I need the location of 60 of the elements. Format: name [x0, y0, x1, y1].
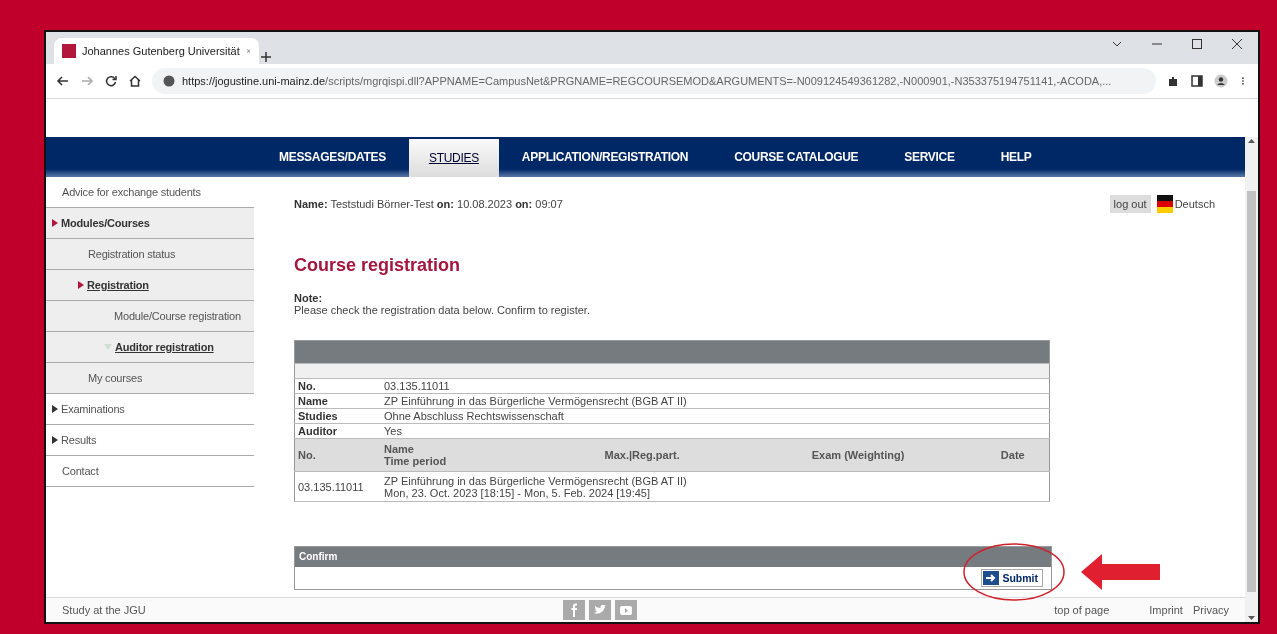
- confirm-header: Confirm: [295, 547, 1051, 567]
- sidebar-item[interactable]: Registration: [46, 270, 254, 301]
- sidebar-item[interactable]: Results: [46, 425, 254, 456]
- table-cell: ZP Einführung in das Bürgerliche Vermögensrecht (BGB AT II) Mon, 23. Oct. 2023 [18:15] - Mon, 5. Feb. 2024 [19:45]: [381, 471, 1050, 502]
- detail-value: ZP Einführung in das Bürgerliche Vermögensrecht (BGB AT II): [381, 393, 1050, 409]
- back-icon[interactable]: [56, 74, 70, 88]
- sidebar-item[interactable]: Modules/Courses: [46, 208, 254, 239]
- footer-link[interactable]: Study at the JGU: [62, 604, 146, 616]
- nav-tab[interactable]: COURSE CATALOGUE: [711, 137, 882, 177]
- sidebar-item[interactable]: My courses: [46, 363, 254, 394]
- sidebar-item[interactable]: Contact: [46, 456, 254, 487]
- column-header: Exam (Weighting): [739, 438, 977, 472]
- scroll-down-icon[interactable]: [1247, 614, 1256, 622]
- nav-tab[interactable]: HELP: [977, 137, 1055, 177]
- footer-link[interactable]: Privacy: [1192, 604, 1229, 616]
- triangle-icon: [104, 344, 112, 350]
- favicon-icon: [62, 44, 76, 58]
- detail-label: No.: [294, 378, 381, 394]
- submit-button[interactable]: Submit: [981, 569, 1043, 587]
- address-bar[interactable]: https://jogustine.uni-mainz.de/scripts/mgrqispi.dll?APPNAME=CampusNet&PRGNAME=REGCOURSEMOD&ARGUMENTS=-N009124549361282,-N000901,-N353375194751141,-ACODA,...: [152, 68, 1156, 94]
- detail-label: Studies: [294, 408, 381, 424]
- note-text: Please check the registration data below. Confirm to register.: [294, 304, 591, 316]
- scrollbar-thumb[interactable]: [1247, 191, 1256, 592]
- sidebar-item[interactable]: Registration status: [46, 239, 254, 270]
- side-panel-icon[interactable]: [1190, 74, 1204, 88]
- scroll-up-icon[interactable]: [1247, 137, 1256, 145]
- sidebar-item[interactable]: Examinations: [46, 394, 254, 425]
- column-header: No.: [294, 438, 381, 472]
- nav-tab[interactable]: APPLICATION/REGISTRATION: [498, 137, 712, 177]
- close-icon[interactable]: [1230, 37, 1244, 51]
- reload-icon[interactable]: [104, 74, 118, 88]
- detail-value: Yes: [381, 423, 1050, 439]
- nav-tab[interactable]: MESSAGES/DATES: [256, 137, 409, 177]
- column-header: Date: [976, 438, 1050, 472]
- footer-link[interactable]: top of page: [1054, 604, 1110, 616]
- note-label: Note:: [294, 292, 324, 304]
- nav-tab[interactable]: STUDIES: [408, 139, 499, 177]
- logout-button[interactable]: log out: [1109, 195, 1151, 213]
- site-info-icon[interactable]: [162, 74, 176, 88]
- browser-tab[interactable]: Johannes Gutenberg Universität: [54, 38, 259, 64]
- page-title: Course registration: [294, 255, 462, 276]
- extensions-icon[interactable]: [1166, 74, 1180, 88]
- table-cell: 03.135.11011: [294, 471, 381, 502]
- home-icon[interactable]: [128, 74, 142, 88]
- new-tab-icon[interactable]: [259, 50, 273, 64]
- nav-tab[interactable]: SERVICE: [881, 137, 978, 177]
- sidebar-item[interactable]: Module/Course registration: [46, 301, 254, 332]
- flag-icon: [1156, 195, 1173, 213]
- column-header: Name Time period: [381, 438, 545, 472]
- language-link[interactable]: Deutsch: [1156, 195, 1215, 213]
- sidebar-item[interactable]: Auditor registration: [46, 332, 254, 363]
- detail-label: Auditor: [294, 423, 381, 439]
- detail-label: Name: [294, 393, 381, 409]
- user-info-text: Name: Teststudi Börner-Test on: 10.08.2023 on: 09:07: [294, 198, 563, 210]
- footer-link[interactable]: Imprint: [1149, 604, 1183, 616]
- maximize-icon[interactable]: [1190, 37, 1204, 51]
- detail-value: 03.135.11011: [381, 378, 1050, 394]
- detail-value: Ohne Abschluss Rechtswissenschaft: [381, 408, 1050, 424]
- column-header: Max.|Reg.part.: [544, 438, 740, 472]
- profile-icon[interactable]: [1214, 74, 1228, 88]
